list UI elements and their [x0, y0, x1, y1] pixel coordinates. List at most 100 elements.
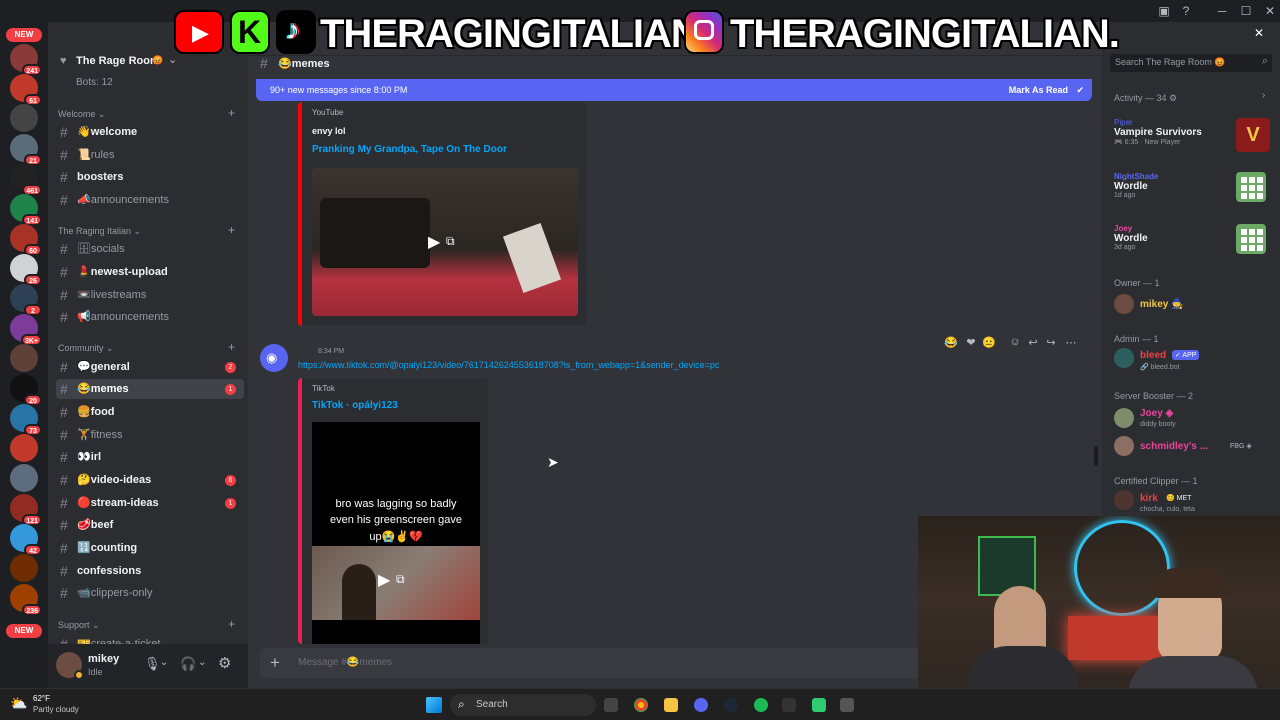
file-explorer-icon[interactable] — [664, 698, 678, 712]
server-icon[interactable]: 73 — [10, 404, 42, 436]
server-icon[interactable]: 26 — [10, 254, 42, 286]
channel-irl[interactable]: # 👀irl — [56, 447, 244, 467]
chevron-down-icon[interactable]: ⌄ — [160, 657, 168, 668]
channel-general[interactable]: # 💬general 2 — [56, 357, 244, 377]
help-icon[interactable]: ? — [1172, 0, 1200, 22]
member-name[interactable]: Joey ◈ — [1140, 408, 1173, 419]
activity-card[interactable]: Piper Vampire Survivors 🎮 6:35 · New Pla… — [1114, 118, 1202, 146]
server-icon[interactable]: 60 — [10, 224, 42, 256]
chevron-right-icon[interactable]: › — [1262, 90, 1265, 101]
channel-boosters[interactable]: # boosters — [56, 167, 244, 187]
neutral-reaction-icon[interactable]: 😐 — [982, 336, 996, 350]
search-input[interactable]: Search The Rage Room 😡 ⌕ — [1110, 54, 1272, 72]
avatar[interactable] — [1114, 436, 1134, 456]
laugh-reaction-icon[interactable]: 😂 — [944, 336, 958, 350]
channel-memes[interactable]: # 😂memes 1 — [56, 379, 244, 399]
gear-icon[interactable]: ⚙ — [218, 654, 231, 672]
add-channel-icon[interactable]: + — [228, 223, 235, 237]
channel-create-a-ticket[interactable]: # 🎫create-a-ticket — [56, 634, 244, 644]
channel-welcome[interactable]: # 👋welcome — [56, 122, 244, 142]
add-channel-icon[interactable]: + — [228, 617, 235, 631]
server-icon[interactable] — [10, 434, 38, 462]
server-icon[interactable] — [10, 464, 38, 492]
channel-socials[interactable]: # 🗄socials — [56, 239, 244, 259]
close-window-button[interactable]: ✕ — [1256, 0, 1280, 22]
channel-food[interactable]: # 🍔food — [56, 402, 244, 422]
category-support[interactable]: Support ⌄ — [58, 620, 100, 631]
member-name[interactable]: bleed — [1140, 350, 1166, 361]
message-input[interactable]: Message #😂memes — [298, 657, 392, 668]
task-view-icon[interactable] — [604, 698, 618, 712]
channel-livestreams[interactable]: # 📼livestreams — [56, 285, 244, 305]
category-welcome[interactable]: Welcome ⌄ — [58, 109, 105, 120]
server-icon[interactable]: 3K+ — [10, 314, 42, 346]
avatar[interactable] — [1114, 294, 1134, 314]
video-thumbnail[interactable]: ▶ ⧉ — [312, 168, 578, 316]
video-thumbnail[interactable]: bro was lagging so badly even his greens… — [312, 422, 480, 644]
weather-icon[interactable]: ⛅ — [10, 695, 30, 715]
windows-start-icon[interactable] — [426, 697, 442, 713]
play-icon[interactable]: ▶ — [378, 570, 390, 590]
channel-fitness[interactable]: # 🏋fitness — [56, 425, 244, 445]
category-community[interactable]: Community ⌄ — [58, 343, 114, 354]
heart-reaction-icon[interactable]: ❤ — [964, 336, 978, 350]
server-icon[interactable]: 236 — [10, 584, 42, 616]
app-icon[interactable] — [812, 698, 826, 712]
avatar[interactable] — [1114, 348, 1134, 368]
channel-stream-ideas[interactable]: # 🔴stream-ideas 1 — [56, 493, 244, 513]
avatar[interactable] — [1114, 408, 1134, 428]
headphones-icon[interactable]: 🎧 — [180, 656, 196, 672]
channel-video-ideas[interactable]: # 🤔video-ideas 6 — [56, 470, 244, 490]
activity-header[interactable]: Activity — 34 ⚙ — [1114, 93, 1177, 104]
member-name[interactable]: schmidley's ... — [1140, 441, 1208, 452]
server-icon[interactable]: 2 — [10, 284, 42, 316]
channel-confessions[interactable]: # confessions — [56, 561, 244, 581]
add-attachment-icon[interactable]: + — [270, 653, 280, 673]
server-icon[interactable]: 241 — [10, 44, 42, 76]
mark-as-read-button[interactable]: Mark As Read — [1009, 79, 1068, 101]
new-pill-bottom[interactable]: NEW — [6, 624, 42, 638]
embed-title-link[interactable]: TikTok · opályi123 — [312, 400, 398, 411]
channel-beef[interactable]: # 🥩beef — [56, 515, 244, 535]
add-channel-icon[interactable]: + — [228, 106, 235, 120]
add-channel-icon[interactable]: + — [228, 340, 235, 354]
server-icon[interactable]: 20 — [10, 374, 42, 406]
server-icon[interactable] — [10, 104, 38, 132]
new-pill[interactable]: NEW — [6, 28, 42, 42]
reply-icon[interactable]: ↩ — [1026, 336, 1040, 350]
chrome-icon[interactable] — [634, 698, 648, 712]
close-notice-icon[interactable]: ✕ — [1254, 26, 1264, 40]
chevron-down-icon[interactable]: ⌄ — [198, 657, 206, 668]
server-icon[interactable]: 42 — [10, 524, 42, 556]
channel-announcements[interactable]: # 📣announcements — [56, 190, 244, 210]
channel-rules[interactable]: # 📜rules — [56, 145, 244, 165]
scrollbar-thumb[interactable] — [1094, 446, 1098, 466]
message-link[interactable]: https://www.tiktok.com/@opalyi123/video/… — [298, 360, 719, 370]
steam-icon[interactable] — [724, 698, 738, 712]
embed-title-link[interactable]: Pranking My Grandpa, Tape On The Door — [312, 144, 507, 155]
taskbar-search[interactable]: ⌕ Search — [450, 694, 596, 716]
add-reaction-icon[interactable]: ☺ — [1008, 336, 1022, 350]
open-external-icon[interactable]: ⧉ — [446, 234, 455, 249]
play-icon[interactable]: ▶ — [428, 232, 440, 252]
channel-newest-upload[interactable]: # 💄newest-upload — [56, 262, 244, 282]
server-icon[interactable]: 461 — [10, 164, 42, 196]
category-raging-italian[interactable]: The Raging Italian ⌄ — [58, 226, 141, 237]
new-messages-bar[interactable]: 90+ new messages since 8:00 PM Mark As R… — [256, 79, 1092, 101]
discord-icon[interactable] — [694, 698, 708, 712]
server-icon[interactable]: 141 — [10, 194, 42, 226]
server-icon[interactable] — [10, 554, 38, 582]
channel-announcements-2[interactable]: # 📢announcements — [56, 307, 244, 327]
server-icon[interactable] — [10, 344, 38, 372]
server-icon[interactable]: 21 — [10, 134, 42, 166]
microphone-icon[interactable]: 🎙 — [144, 656, 161, 672]
member-name[interactable]: kirk — [1140, 493, 1158, 504]
server-icon[interactable]: 61 — [10, 74, 42, 106]
epic-games-icon[interactable] — [782, 698, 796, 712]
avatar[interactable] — [1114, 490, 1134, 510]
app-icon[interactable] — [840, 698, 854, 712]
forward-icon[interactable]: ↪ — [1044, 336, 1058, 350]
activity-card[interactable]: Joey Wordle 3d ago — [1114, 224, 1148, 251]
member-name[interactable]: mikey 🧙 — [1140, 299, 1184, 310]
spotify-icon[interactable] — [754, 698, 768, 712]
